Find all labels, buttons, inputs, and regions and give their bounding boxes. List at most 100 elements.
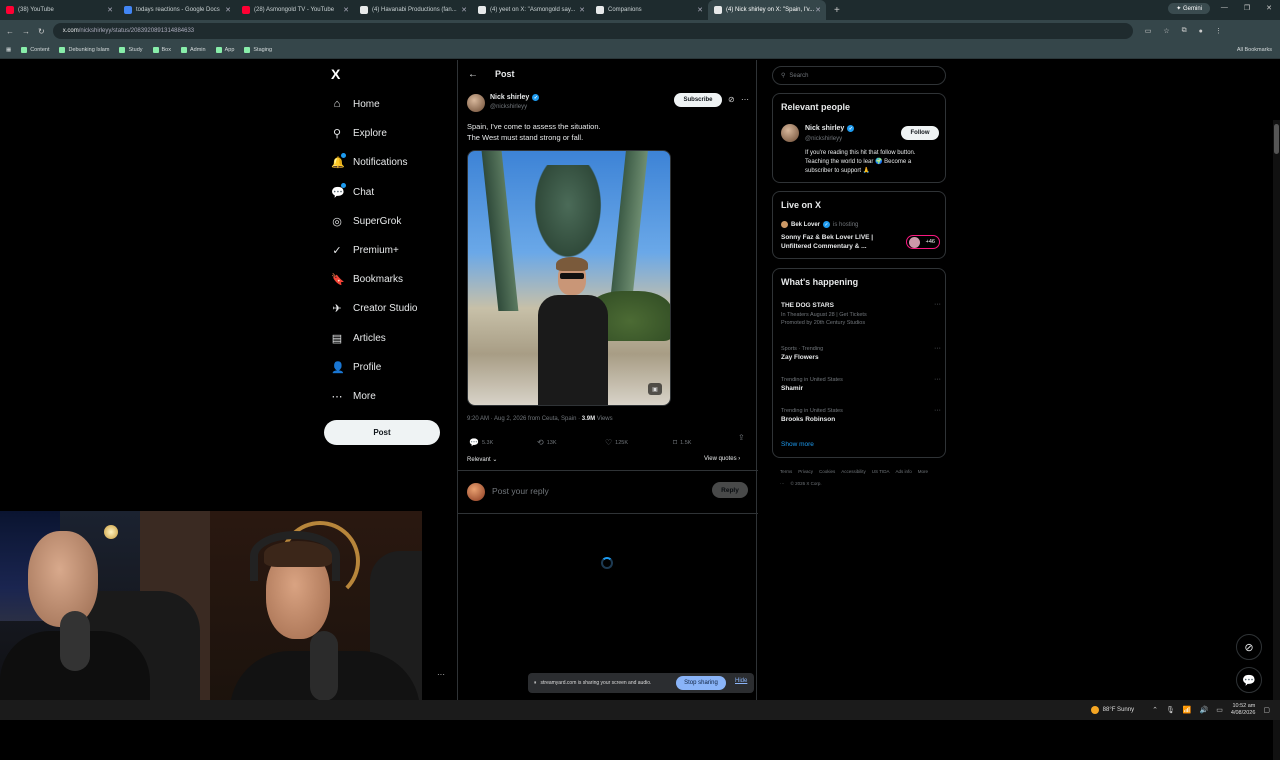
author-handle[interactable]: @nickshirleyy — [490, 104, 527, 110]
show-more-link[interactable]: Show more — [781, 441, 814, 448]
nav-item-explore[interactable]: ⚲ Explore — [331, 127, 387, 140]
nav-item-notifications[interactable]: 🔔 Notifications — [331, 153, 407, 169]
bookmark-item[interactable]: Study — [119, 47, 143, 53]
notification-icon[interactable]: ▢ — [1263, 706, 1270, 714]
x-logo[interactable]: X — [331, 66, 340, 82]
nav-item-chat[interactable]: 💬 Chat — [331, 182, 374, 199]
more-icon[interactable]: ··· — [437, 670, 445, 679]
trend-more-icon[interactable]: ··· — [934, 345, 941, 352]
author-name[interactable]: Nick shirley ✓ — [490, 94, 540, 101]
footer-link[interactable]: Accessibility — [841, 469, 866, 474]
nav-item-articles[interactable]: ▤ Articles — [331, 332, 386, 345]
trend-more-icon[interactable]: ··· — [934, 301, 941, 308]
scrollbar-thumb[interactable] — [1274, 124, 1279, 154]
reply-action[interactable]: 💬 5.3K — [469, 438, 537, 447]
weather-widget[interactable]: 88°F Sunny — [1090, 706, 1134, 714]
reply-button[interactable]: Reply — [712, 482, 748, 498]
repost-action[interactable]: ⟲ 13K — [537, 438, 605, 447]
tab-close-icon[interactable]: ✕ — [697, 6, 703, 14]
clock[interactable]: 10:52 am 4/08/2026 — [1231, 703, 1255, 717]
maximize-icon[interactable]: ❐ — [1244, 4, 1250, 12]
scrollbar[interactable] — [1273, 120, 1280, 760]
relevant-name[interactable]: Nick shirley ✓ — [805, 125, 855, 132]
tab-close-icon[interactable]: ✕ — [225, 6, 231, 14]
footer-link[interactable]: Privacy — [798, 469, 813, 474]
new-tab-button[interactable]: + — [834, 5, 840, 16]
volume-icon[interactable]: 🔊 — [1200, 706, 1209, 714]
forward-arrow-icon[interactable]: → — [22, 27, 30, 36]
bookmark-item[interactable]: Box — [152, 47, 171, 53]
footer-link[interactable]: © 2026 X Corp. — [791, 481, 822, 486]
like-action[interactable]: ♡ 125K — [605, 438, 673, 447]
bookmark-item[interactable]: App — [215, 47, 234, 53]
bookmark-action[interactable]: ⌑ 1.5K — [673, 438, 741, 447]
more-icon[interactable]: ⋯ — [741, 95, 749, 104]
nav-item-premium[interactable]: ✓ Premium+ — [331, 244, 398, 257]
sort-relevant[interactable]: Relevant ⌄ — [467, 456, 497, 463]
nav-item-home[interactable]: ⌂ Home — [331, 98, 380, 110]
trend-item[interactable]: Trending in United States Brooks Robinso… — [781, 407, 941, 425]
nav-item-creator-studio[interactable]: ✈ Creator Studio — [331, 302, 417, 315]
footer-link[interactable]: Cookies — [819, 469, 835, 474]
close-window-icon[interactable]: ✕ — [1266, 4, 1272, 12]
author-avatar[interactable] — [467, 94, 485, 112]
trend-more-icon[interactable]: ··· — [934, 407, 941, 414]
url-input[interactable]: x.com/nickshirleyy/status/20839208913148… — [52, 23, 1133, 39]
avatar[interactable]: ● — [1199, 28, 1203, 35]
tab-close-icon[interactable]: ✕ — [461, 6, 467, 14]
browser-tab[interactable]: Companions ✕ — [590, 0, 708, 20]
subscribe-button[interactable]: Subscribe — [674, 93, 722, 107]
footer-link[interactable]: Ads info — [895, 469, 911, 474]
footer-link[interactable]: Terms — [780, 469, 792, 474]
grok-fab-icon[interactable]: ⊘ — [1236, 634, 1262, 660]
bookmark-item[interactable]: Content — [21, 47, 49, 53]
back-arrow-icon[interactable]: ← — [6, 27, 14, 36]
tab-close-icon[interactable]: ✕ — [815, 6, 821, 14]
bookmark-item[interactable]: Debunking Islam — [59, 47, 109, 53]
menu-icon[interactable]: ⋮ — [1215, 27, 1222, 35]
browser-tab[interactable]: todays reactions - Google Docs ✕ — [118, 0, 236, 20]
tab-close-icon[interactable]: ✕ — [107, 6, 113, 14]
search-input[interactable]: ⚲ Search — [772, 66, 946, 85]
trend-item[interactable]: Sports · Trending Zay Flowers ··· — [781, 345, 941, 363]
network-icon[interactable]: 📶 — [1183, 706, 1192, 714]
live-stream-title[interactable]: Sonny Faz & Bek Lover LIVE | Unfiltered … — [781, 233, 901, 251]
grok-icon[interactable]: ⊘ — [728, 95, 735, 104]
post-image[interactable]: ▣ — [467, 150, 671, 406]
trend-item[interactable]: Trending in United States Shamir ··· — [781, 376, 941, 394]
live-listeners-badge[interactable]: +46 — [906, 235, 940, 249]
nav-item-supergrok[interactable]: ◎ SuperGrok — [331, 215, 401, 228]
apps-icon[interactable]: ▦ — [6, 47, 11, 53]
extensions-icon[interactable]: ⧉ — [1182, 27, 1187, 35]
mic-icon[interactable]: 🎙 — [1166, 706, 1175, 714]
cast-icon[interactable]: ▭ — [1145, 27, 1152, 35]
nav-item-profile[interactable]: 👤 Profile — [331, 361, 381, 374]
browser-tab[interactable]: (4) Nick shirley on X: "Spain, I'v... ✕ — [708, 0, 826, 20]
back-arrow-icon[interactable]: ← — [468, 69, 478, 80]
all-bookmarks[interactable]: All Bookmarks — [1237, 47, 1272, 53]
browser-tab[interactable]: (28) Asmongold TV - YouTube ✕ — [236, 0, 354, 20]
share-icon[interactable]: ⇪ — [738, 433, 745, 442]
live-host[interactable]: Bek Lover ✓ is hosting — [781, 221, 858, 228]
gemini-button[interactable]: ✦ Gemini — [1168, 3, 1210, 14]
browser-tab[interactable]: (4) Havanabi Productions (fan... ✕ — [354, 0, 472, 20]
my-avatar[interactable] — [467, 483, 485, 501]
trend-item[interactable]: THE DOG STARS In Theaters August 28 | Ge… — [781, 301, 941, 327]
tab-close-icon[interactable]: ✕ — [579, 6, 585, 14]
minimize-icon[interactable]: — — [1221, 4, 1228, 12]
nav-item-more[interactable]: ⋯ More — [331, 390, 376, 403]
footer-link[interactable]: US TIDA — [872, 469, 890, 474]
browser-tab[interactable]: (38) YouTube ✕ — [0, 0, 118, 20]
tab-close-icon[interactable]: ✕ — [343, 6, 349, 14]
view-quotes-link[interactable]: View quotes › — [704, 456, 740, 462]
hide-link[interactable]: Hide — [735, 678, 747, 684]
messages-fab-icon[interactable]: 💬 — [1236, 667, 1262, 693]
tray-arrow-icon[interactable]: ⌃ — [1152, 706, 1158, 714]
trend-more-icon[interactable]: ··· — [934, 376, 941, 383]
relevant-avatar[interactable] — [781, 124, 799, 142]
battery-icon[interactable]: ▭ — [1216, 706, 1223, 714]
media-alt-icon[interactable]: ▣ — [648, 383, 662, 395]
browser-tab[interactable]: (4) yeet on X: "Asmongold say... ✕ — [472, 0, 590, 20]
bookmark-item[interactable]: Admin — [181, 47, 206, 53]
star-icon[interactable]: ☆ — [1163, 27, 1169, 35]
